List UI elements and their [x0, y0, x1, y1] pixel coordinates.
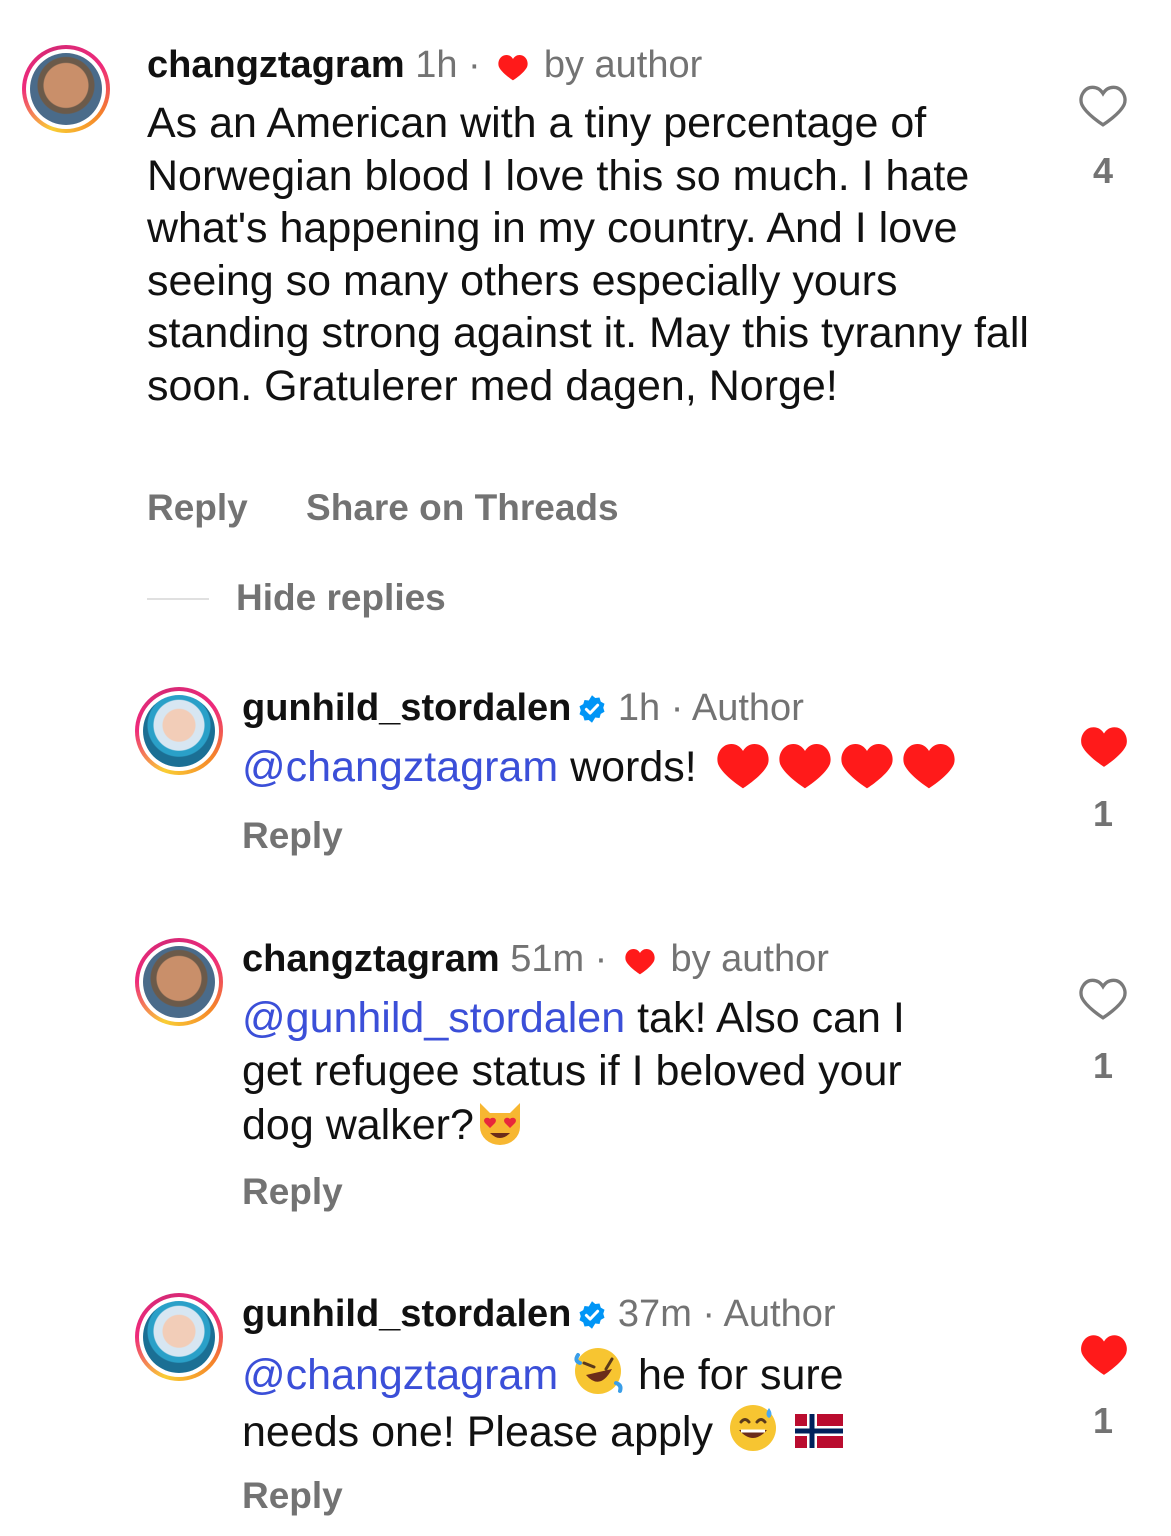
liked-heart-icon[interactable]	[1079, 723, 1129, 769]
author-label: Author	[691, 687, 804, 729]
username[interactable]: gunhild_stordalen	[242, 687, 571, 729]
red-heart-emoji-icon	[715, 739, 771, 791]
comment-actions: Reply	[242, 815, 391, 857]
rolling-laughing-emoji-icon	[574, 1348, 623, 1394]
liked-by-author-label: by author	[543, 44, 703, 86]
comment-text-line: dog walker?	[242, 1101, 474, 1149]
avatar-image	[143, 695, 215, 767]
comment-text: @changztagram words!	[242, 739, 1062, 794]
separator: ·	[594, 938, 608, 980]
comment-text: @gunhild_stordalen tak! Also can I get r…	[242, 992, 1062, 1152]
like-count: 1	[1092, 793, 1114, 834]
reply-button[interactable]: Reply	[242, 1475, 343, 1516]
like-count: 1	[1092, 1400, 1114, 1441]
red-heart-emoji-icon	[901, 739, 957, 791]
liked-by-author-label: by author	[670, 938, 829, 980]
reply-button[interactable]: Reply	[242, 815, 343, 856]
author-label: Author	[723, 1293, 836, 1335]
mention-link[interactable]: @changztagram	[242, 1351, 558, 1399]
red-heart-emoji-icon	[777, 739, 833, 791]
timestamp: 1h	[617, 687, 661, 729]
separator: ·	[702, 1293, 716, 1335]
timestamp: 1h	[415, 44, 458, 86]
avatar[interactable]	[135, 687, 223, 775]
timestamp: 51m	[510, 938, 585, 980]
liked-heart-icon[interactable]	[1079, 1331, 1129, 1377]
avatar-image	[143, 946, 215, 1018]
avatar-image	[30, 53, 102, 125]
reply-button[interactable]: Reply	[147, 487, 248, 528]
comment-text-line: tak! Also can I	[637, 994, 905, 1042]
grinning-sweat-emoji-icon	[729, 1404, 776, 1451]
like-heart-icon[interactable]	[1078, 82, 1128, 128]
comment-text-body: words!	[570, 743, 697, 791]
comment-actions: Reply Share on Threads	[147, 487, 667, 529]
comment-text-line: he for sure	[638, 1351, 844, 1399]
liked-by-author-heart-icon	[497, 52, 529, 82]
norway-flag-emoji-icon	[794, 1413, 843, 1448]
comment-header: changztagram 1h · by author	[147, 43, 702, 87]
reply-button[interactable]: Reply	[242, 1171, 343, 1212]
separator: ·	[670, 687, 684, 729]
separator: ·	[468, 44, 481, 86]
comment-text-line: get refugee status if I beloved your	[242, 1046, 902, 1095]
mention-link[interactable]: @changztagram	[242, 743, 558, 791]
username[interactable]: changztagram	[147, 44, 405, 86]
like-heart-icon[interactable]	[1078, 975, 1128, 1021]
avatar[interactable]	[22, 45, 110, 133]
username[interactable]: gunhild_stordalen	[242, 1293, 571, 1335]
comment-actions: Reply	[242, 1171, 391, 1213]
verified-badge-icon	[577, 1300, 607, 1330]
comment-header: gunhild_stordalen 37m · Author	[242, 1292, 836, 1336]
comment-header: changztagram 51m · by author	[242, 937, 829, 981]
hide-replies-button[interactable]: Hide replies	[236, 577, 446, 619]
avatar[interactable]	[135, 938, 223, 1026]
heart-eyes-cat-emoji-icon	[479, 1103, 520, 1145]
username[interactable]: changztagram	[242, 938, 500, 980]
red-heart-emoji-icon	[839, 739, 895, 791]
like-count: 1	[1092, 1045, 1114, 1086]
comment-text: @changztagram he for sure needs one! Ple…	[242, 1345, 1062, 1458]
mention-link[interactable]: @gunhild_stordalen	[242, 994, 625, 1042]
verified-badge-icon	[577, 694, 607, 724]
avatar[interactable]	[135, 1293, 223, 1381]
comment-text: As an American with a tiny percentage of…	[147, 99, 1029, 410]
comment-actions: Reply	[242, 1475, 391, 1517]
like-count: 4	[1092, 150, 1114, 191]
comment-header: gunhild_stordalen 1h · Author	[242, 686, 804, 730]
share-on-threads-button[interactable]: Share on Threads	[306, 487, 619, 528]
hide-replies-divider	[147, 598, 209, 600]
timestamp: 37m	[617, 1293, 692, 1335]
avatar-image	[143, 1301, 215, 1373]
comment-text-line: needs one! Please apply	[242, 1407, 713, 1456]
liked-by-author-heart-icon	[624, 946, 656, 976]
